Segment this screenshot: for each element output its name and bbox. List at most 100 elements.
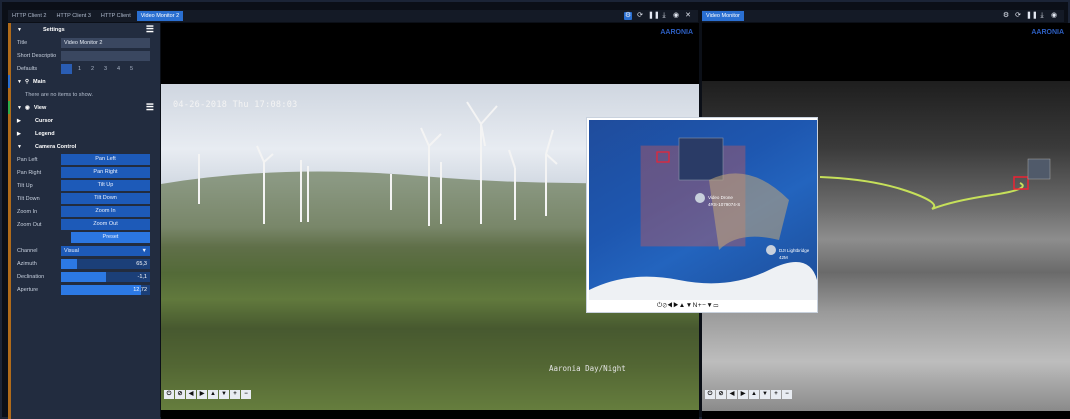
arrow-right-icon[interactable]: ▶: [197, 390, 207, 399]
azimuth-value: 65,3: [136, 260, 147, 267]
declination-slider[interactable]: -1,1: [61, 271, 150, 282]
download-icon[interactable]: ⤓: [660, 12, 668, 20]
window-controls: ⚙ ⟳ ❚❚ ⤓ ◉ ✕: [624, 12, 698, 20]
hamburger-menu-icon[interactable]: ☰: [146, 24, 154, 35]
preset-button[interactable]: Preset: [71, 232, 150, 243]
video-caption: Aaronia Day/Night: [549, 364, 626, 373]
zoom-in-button[interactable]: Zoom In: [61, 206, 150, 217]
right-zoom-out-icon[interactable]: −: [782, 390, 792, 399]
map-overlay-controls[interactable]: ⏻⊘◀▶▲▼N+−▼▭: [657, 302, 719, 310]
pan-left-label: Pan Left: [17, 156, 38, 163]
right-pause-icon[interactable]: ❚❚: [1026, 12, 1038, 20]
channel-select[interactable]: Visual ▼: [61, 245, 150, 256]
right-zoom-in-icon[interactable]: +: [771, 390, 781, 399]
right-tab-bar: Video Monitor ⚙ ⟳ ❚❚ ⤓ ◉: [702, 10, 1064, 22]
zoom-out-icon[interactable]: −: [241, 390, 251, 399]
zoom-in-row: Zoom In Zoom In: [11, 205, 160, 218]
tab-video-monitor-2[interactable]: Video Monitor 2: [136, 11, 184, 21]
camera-control-label: Camera Control: [35, 143, 77, 150]
azimuth-slider[interactable]: 65,3: [61, 258, 150, 269]
pan-right-row: Pan Right Pan Right: [11, 166, 160, 179]
video-timestamp: 04-26-2018 Thu 17:08:03: [173, 100, 298, 110]
right-arrow-down-icon[interactable]: ▼: [760, 390, 770, 399]
azimuth-row: Azimuth 65,3: [11, 257, 160, 270]
pan-left-button[interactable]: Pan Left: [61, 154, 150, 165]
left-video-controls: ⏻ ⊘ ◀ ▶ ▲ ▼ + −: [164, 390, 251, 399]
view-menu-icon[interactable]: ☰: [146, 102, 154, 113]
caret-down-icon: ▼: [17, 26, 22, 33]
cursor-caret-icon: ▶: [17, 117, 21, 124]
defaults-option-3[interactable]: 3: [100, 64, 111, 74]
aperture-row: Aperture 12,72: [11, 283, 160, 296]
arrow-up-icon[interactable]: ▲: [208, 390, 218, 399]
aperture-label: Aperture: [17, 286, 39, 293]
aaronia-logo: AARONIA: [660, 29, 693, 36]
pause-icon[interactable]: ❚❚: [648, 12, 660, 20]
tab-http-client-3[interactable]: HTTP Client 3: [52, 11, 94, 21]
defaults-selector: 1 2 3 4 5: [61, 63, 137, 74]
title-field[interactable]: Video Monitor 2: [61, 37, 150, 48]
right-power-icon[interactable]: ⏻: [705, 390, 715, 399]
top-tab-bar: HTTP Client 2 HTTP Client 3 HTTP Client …: [8, 10, 698, 22]
main-header[interactable]: ▼ ⚲ Main: [8, 75, 160, 88]
azimuth-fill: [61, 258, 78, 269]
zoom-in-label: Zoom In: [17, 208, 38, 215]
tilt-down-row: Tilt Down Tilt Down: [11, 192, 160, 205]
zoom-in-icon[interactable]: +: [230, 390, 240, 399]
right-window-controls: ⚙ ⟳ ❚❚ ⤓ ◉: [1002, 12, 1064, 20]
defaults-row: Defaults 1 2 3 4 5: [11, 62, 160, 75]
declination-value: -1,1: [137, 273, 147, 280]
tilt-up-button[interactable]: Tilt Up: [61, 180, 150, 191]
zoom-out-label: Zoom Out: [17, 221, 42, 228]
power-icon[interactable]: ⏻: [164, 390, 174, 399]
lightbridge-label: DJI Lightbridge: [779, 248, 810, 253]
right-arrow-left-icon[interactable]: ◀: [727, 390, 737, 399]
channel-label: Channel: [17, 247, 38, 254]
arrow-left-icon[interactable]: ◀: [186, 390, 196, 399]
right-settings-gear-icon[interactable]: ⚙: [1002, 12, 1010, 20]
zoom-out-button[interactable]: Zoom Out: [61, 219, 150, 230]
preset-row: Preset: [11, 231, 160, 244]
pan-right-button[interactable]: Pan Right: [61, 167, 150, 178]
azimuth-label: Azimuth: [17, 260, 37, 267]
stop-icon[interactable]: ⊘: [175, 390, 185, 399]
short-description-field[interactable]: [61, 50, 150, 61]
defaults-option-2[interactable]: 2: [87, 64, 98, 74]
right-arrow-right-icon[interactable]: ▶: [738, 390, 748, 399]
camera-control-section[interactable]: ▼ Camera Control: [11, 140, 160, 153]
defaults-option-4[interactable]: 4: [113, 64, 124, 74]
defaults-option-5[interactable]: 5: [126, 64, 137, 74]
camera-caret-icon: ▼: [17, 143, 22, 150]
legend-section[interactable]: ▶ Legend: [11, 127, 160, 140]
pan-right-label: Pan Right: [17, 169, 42, 176]
right-video-controls: ⏻ ⊘ ◀ ▶ ▲ ▼ + −: [705, 390, 792, 399]
map-overlay-panel[interactable]: Video Drone 4RS-1079074-S DJI Lightbridg…: [586, 117, 818, 313]
eye-off-icon[interactable]: ◉: [672, 12, 680, 20]
refresh-icon[interactable]: ⟳: [636, 12, 644, 20]
chevron-down-icon: ▼: [141, 247, 147, 254]
aperture-slider[interactable]: 12,72: [61, 284, 150, 295]
defaults-label: Defaults: [17, 65, 38, 72]
right-eye-off-icon[interactable]: ◉: [1050, 12, 1058, 20]
settings-header[interactable]: ▼ Settings ☰: [11, 23, 160, 36]
declination-label: Declination: [17, 273, 45, 280]
right-arrow-up-icon[interactable]: ▲: [749, 390, 759, 399]
view-caret-icon: ▼: [17, 104, 22, 111]
view-header[interactable]: ▼ ◉ View ☰: [8, 101, 160, 114]
drone-sublabel: 4RS-1079074-S: [708, 202, 741, 207]
tab-http-client-2[interactable]: HTTP Client 2: [8, 11, 50, 21]
right-aaronia-logo: AARONIA: [1031, 29, 1064, 36]
cursor-section[interactable]: ▶ Cursor: [11, 114, 160, 127]
map-view[interactable]: Video Drone 4RS-1079074-S DJI Lightbridg…: [589, 120, 817, 300]
close-icon[interactable]: ✕: [684, 12, 692, 20]
tab-video-monitor[interactable]: Video Monitor: [702, 11, 744, 21]
tilt-down-button[interactable]: Tilt Down: [61, 193, 150, 204]
right-download-icon[interactable]: ⤓: [1038, 12, 1046, 20]
settings-gear-icon[interactable]: ⚙: [624, 12, 632, 20]
tab-http-client[interactable]: HTTP Client: [97, 11, 135, 21]
arrow-down-icon[interactable]: ▼: [219, 390, 229, 399]
right-stop-icon[interactable]: ⊘: [716, 390, 726, 399]
defaults-option-1[interactable]: 1: [74, 64, 85, 74]
defaults-option-0[interactable]: [61, 63, 72, 74]
right-refresh-icon[interactable]: ⟳: [1014, 12, 1022, 20]
